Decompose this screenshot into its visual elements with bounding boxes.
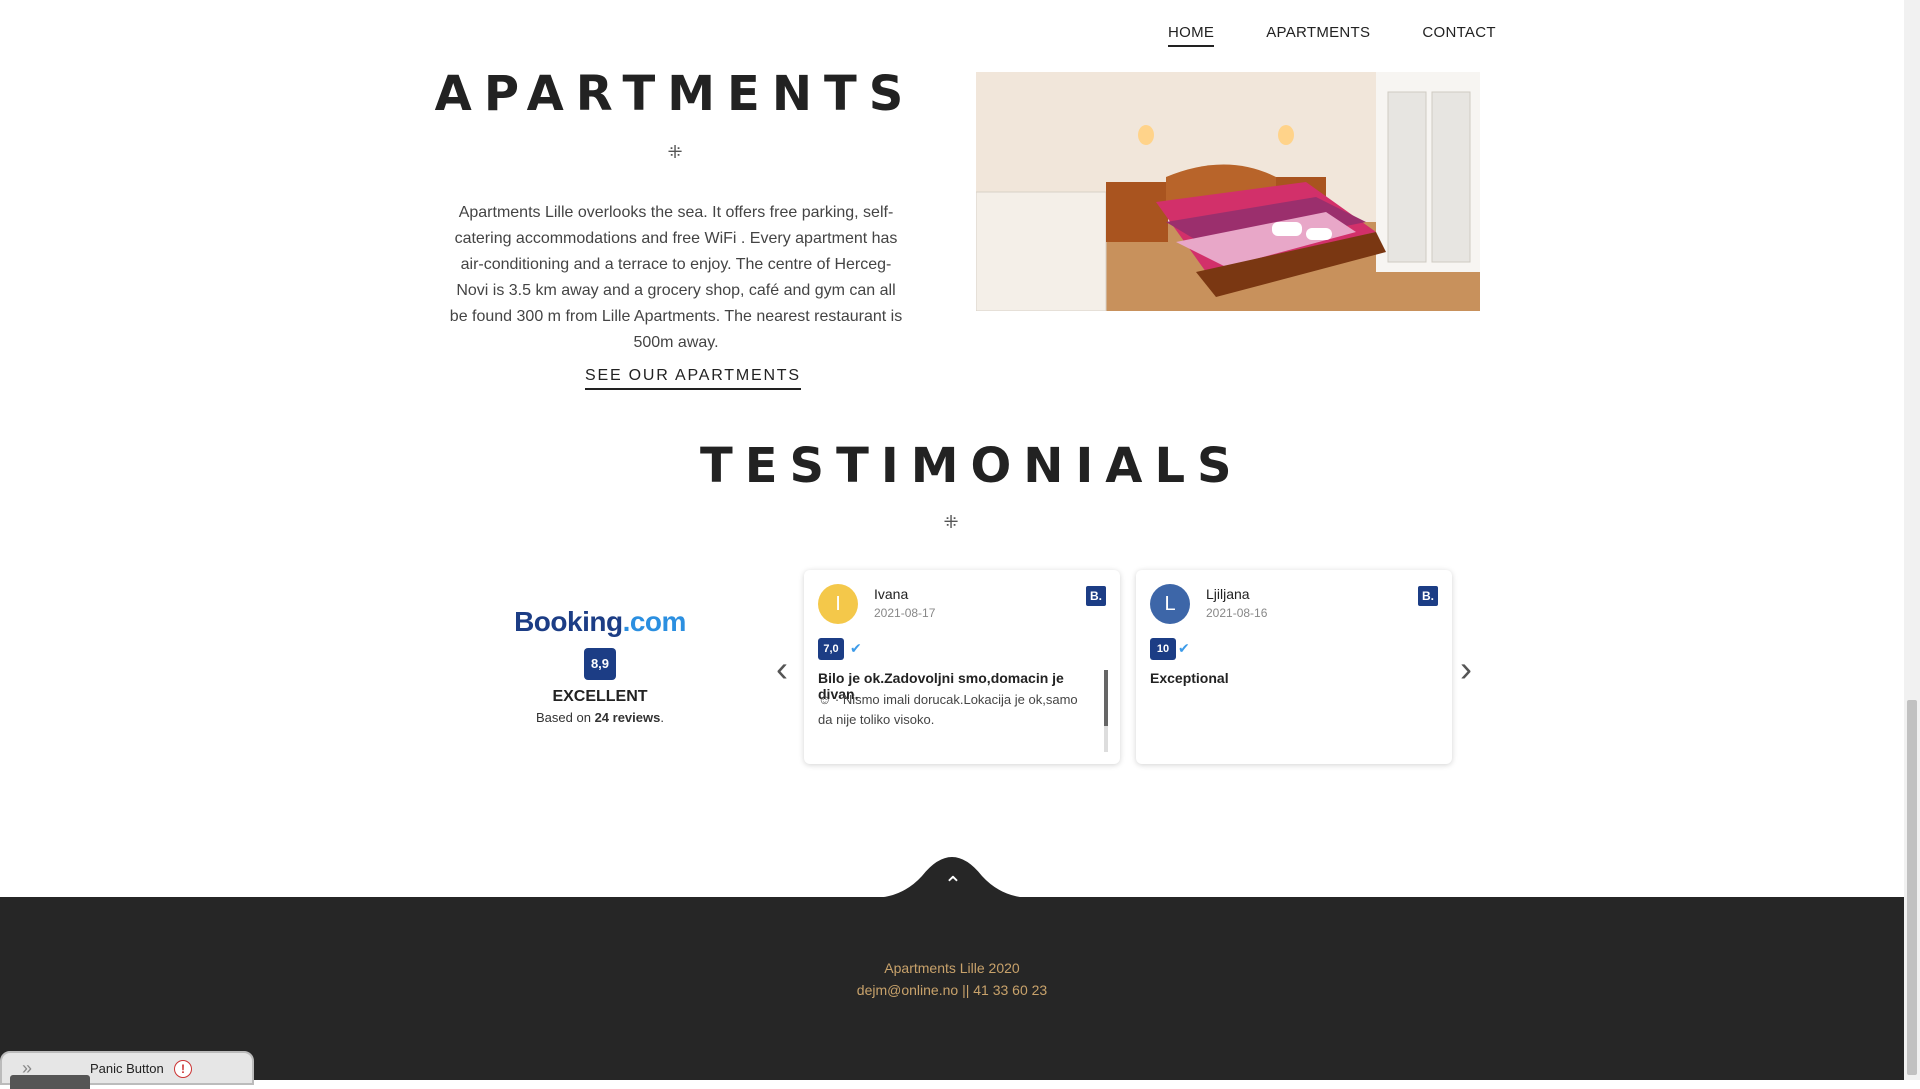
- nav-home-link[interactable]: HOME: [1168, 24, 1215, 47]
- booking-logo: Booking.com: [498, 606, 702, 638]
- scroll-to-top-icon[interactable]: ⌃: [940, 872, 966, 898]
- review-body: ☺ · Nismo imali dorucak.Lokacija je ok,s…: [818, 692, 1078, 727]
- testimonials-ornament-icon: ⁜: [943, 512, 959, 532]
- apartments-description: Apartments Lille overlooks the sea. It o…: [449, 204, 903, 351]
- review-score-badge: 7,0: [818, 638, 844, 660]
- review-card: L Ljiljana 2021-08-16 B. 10 ✔ Exceptiona…: [1136, 570, 1452, 764]
- alert-icon: !: [174, 1060, 192, 1078]
- based-count: 24 reviews: [594, 710, 661, 725]
- reviewer-name: Ljiljana: [1206, 586, 1250, 602]
- nav-apartments-link[interactable]: APARTMENTS: [1266, 24, 1370, 47]
- top-nav: HOME APARTMENTS CONTACT: [1168, 24, 1496, 47]
- prev-arrow-icon[interactable]: ‹: [776, 648, 788, 690]
- booking-source-icon: B.: [1086, 586, 1106, 606]
- reviews-count-text: Based on 24 reviews.: [498, 710, 702, 725]
- reviewer-name: Ivana: [874, 586, 909, 602]
- footer-copyright: Apartments Lille 2020: [884, 960, 1020, 976]
- footer-contact[interactable]: dejm@online.no || 41 33 60 23: [0, 982, 1904, 998]
- panic-button-label[interactable]: Panic Button: [90, 1061, 164, 1076]
- review-scroll-thumb[interactable]: [1104, 670, 1108, 726]
- verified-icon: ✔: [850, 640, 862, 656]
- panic-tab: [10, 1075, 90, 1089]
- booking-summary: Booking.com 8,9 EXCELLENT Based on 24 re…: [498, 606, 702, 725]
- review-headline: Exceptional: [1150, 670, 1229, 686]
- based-prefix: Based on: [536, 710, 595, 725]
- overall-score-badge: 8,9: [584, 648, 616, 680]
- bedroom-photo: [976, 72, 1480, 311]
- nav-contact-link[interactable]: CONTACT: [1422, 24, 1495, 47]
- based-suffix: .: [660, 710, 664, 725]
- page-scrollbar[interactable]: [1904, 0, 1920, 1080]
- bedroom-illustration: [976, 72, 1480, 311]
- review-date: 2021-08-17: [874, 606, 936, 620]
- review-score-badge: 10: [1150, 638, 1176, 660]
- review-scrollbar[interactable]: [1104, 670, 1108, 752]
- booking-logo-part2: .com: [622, 606, 687, 637]
- page-scroll-thumb[interactable]: [1907, 700, 1917, 1075]
- avatar: I: [818, 584, 858, 624]
- rating-label: EXCELLENT: [552, 688, 648, 705]
- next-arrow-icon[interactable]: ›: [1460, 648, 1472, 690]
- booking-source-icon: B.: [1418, 586, 1438, 606]
- avatar: L: [1150, 584, 1190, 624]
- apartments-title: APARTMENTS: [434, 66, 916, 122]
- verified-icon: ✔: [1178, 640, 1190, 656]
- booking-logo-part1: Booking: [514, 606, 623, 637]
- review-card: I Ivana 2021-08-17 B. 7,0 ✔ Bilo je ok.Z…: [804, 570, 1120, 764]
- testimonials-title: TESTIMONIALS: [700, 438, 1244, 494]
- see-apartments-link[interactable]: SEE OUR APARTMENTS: [585, 367, 801, 390]
- review-date: 2021-08-16: [1206, 606, 1268, 620]
- apartments-ornament-icon: ⁜: [667, 142, 683, 162]
